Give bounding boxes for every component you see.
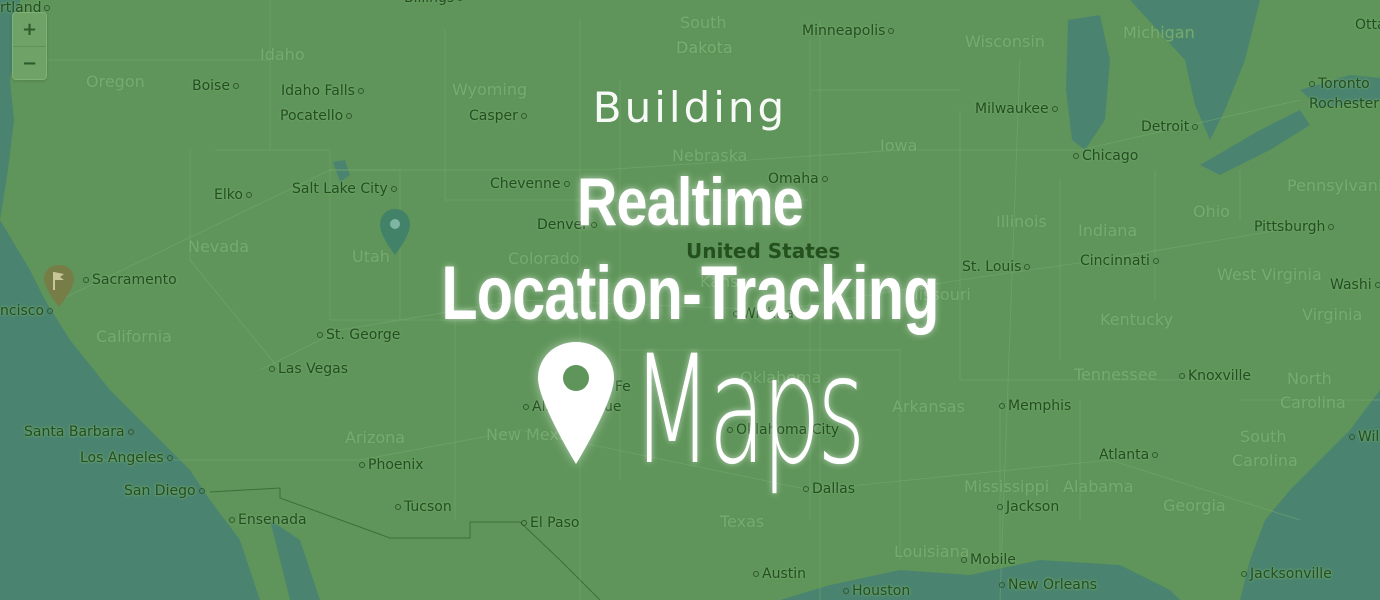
gulf-of-california — [270, 520, 320, 600]
state-label: Idaho — [260, 45, 305, 64]
zoom-out-button[interactable]: − — [13, 47, 46, 80]
state-label: Arizona — [345, 428, 406, 447]
city-dot-icon — [83, 277, 89, 283]
city-dot-icon — [888, 28, 895, 34]
state-label: Carolina — [1280, 393, 1346, 412]
state-label: Carolina — [1232, 451, 1298, 470]
city-dot-icon — [997, 504, 1003, 510]
city-label: Los Angeles — [80, 451, 176, 465]
state-label: Mississippi — [964, 477, 1050, 496]
city-dot-icon — [457, 0, 464, 1]
city-dot-icon — [1374, 282, 1380, 288]
city-label: Chicago — [1070, 149, 1138, 163]
city-dot-icon — [961, 557, 967, 563]
city-dot-icon — [1349, 434, 1355, 440]
city-dot-icon — [521, 520, 527, 526]
title-building: Building — [0, 82, 1380, 133]
state-label: Georgia — [1163, 496, 1226, 515]
city-dot-icon — [1073, 153, 1079, 159]
state-label: Dakota — [676, 38, 733, 57]
state-label: Iowa — [880, 136, 918, 155]
state-label: Nebraska — [672, 146, 748, 165]
city-label: Phoenix — [356, 458, 424, 472]
state-label: Arkansas — [892, 397, 965, 416]
state-label: South — [680, 13, 727, 32]
zoom-control: + − — [12, 12, 47, 80]
city-dot-icon — [269, 366, 275, 372]
city-label: San Diego — [124, 484, 208, 498]
city-dot-icon — [1328, 224, 1335, 230]
city-label: Mobile — [958, 553, 1016, 567]
city-label: Wil — [1346, 430, 1379, 444]
city-dot-icon — [395, 504, 401, 510]
city-dot-icon — [843, 588, 849, 594]
city-dot-icon — [1241, 571, 1247, 577]
state-label: West Virginia — [1217, 265, 1322, 284]
flag-marker[interactable] — [42, 264, 76, 312]
state-label: Michigan — [1123, 23, 1195, 42]
city-label: Atlanta — [1099, 448, 1161, 462]
city-label: Jacksonville — [1238, 567, 1332, 581]
city-label: Austin — [750, 567, 806, 581]
city-label: Pittsburgh — [1254, 220, 1337, 234]
city-dot-icon — [166, 455, 173, 461]
city-label: Memphis — [996, 399, 1071, 413]
zoom-in-button[interactable]: + — [13, 13, 46, 47]
city-label: Billings — [404, 0, 466, 5]
city-label: Houston — [840, 584, 910, 598]
title-realtime: Realtime — [577, 164, 804, 240]
city-label: El Paso — [518, 516, 579, 530]
state-label: Alabama — [1063, 477, 1134, 496]
city-label: Knoxville — [1176, 369, 1251, 383]
city-dot-icon — [999, 582, 1005, 588]
city-label: Minneapolis — [802, 24, 897, 38]
city-label: New Orleans — [996, 578, 1097, 592]
state-label: Virginia — [1302, 305, 1363, 324]
city-dot-icon — [1152, 452, 1159, 458]
city-label: Tucson — [392, 500, 452, 514]
city-dot-icon — [359, 462, 365, 468]
city-label: Ottaw — [1355, 17, 1380, 33]
title-line1: Building — [592, 83, 788, 132]
city-dot-icon — [127, 429, 134, 435]
state-label: North — [1287, 369, 1332, 388]
title-maps-row: Maps — [536, 324, 866, 500]
map-pin-icon — [538, 342, 614, 464]
flag-icon — [44, 265, 74, 307]
city-dot-icon — [753, 571, 759, 577]
city-label: Las Vegas — [266, 362, 348, 376]
city-label: Jackson — [994, 500, 1059, 514]
city-dot-icon — [523, 404, 529, 410]
state-label: South — [1240, 427, 1287, 446]
state-label: Tennessee — [1074, 365, 1158, 384]
title-maps: Maps — [632, 324, 866, 498]
city-dot-icon — [999, 403, 1005, 409]
state-label: Texas — [720, 512, 765, 531]
state-label: Pennsylvania — [1287, 176, 1380, 195]
city-label: Ensenada — [226, 513, 307, 527]
city-dot-icon — [1179, 373, 1185, 379]
map-canvas[interactable]: Oregon Idaho Wyoming Dakota Nebraska Iowa Wisc… — [0, 0, 1380, 600]
state-label: Wisconsin — [965, 32, 1045, 51]
city-label: Santa Barbara — [24, 425, 137, 439]
city-dot-icon — [44, 5, 51, 11]
city-dot-icon — [229, 517, 235, 523]
city-label: Washi — [1330, 278, 1380, 292]
city-dot-icon — [198, 488, 205, 494]
